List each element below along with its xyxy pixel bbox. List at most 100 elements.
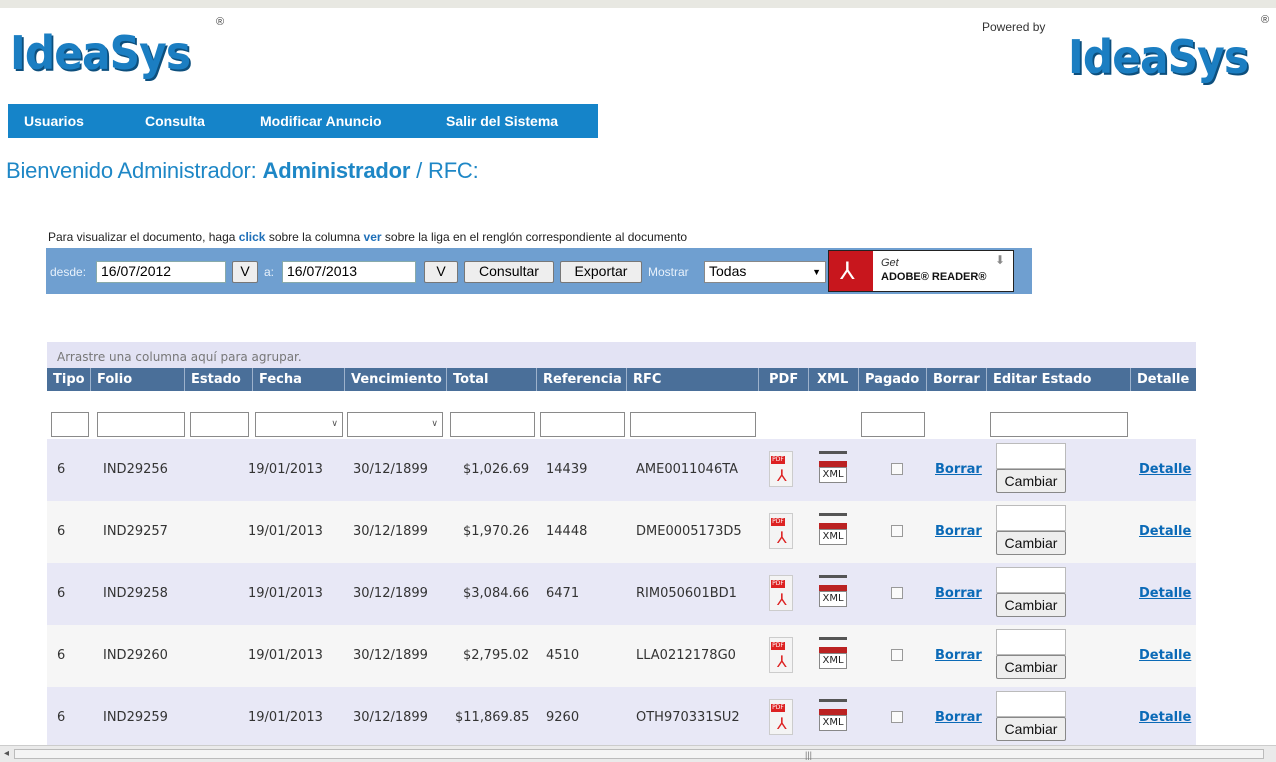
- col-borrar[interactable]: Borrar: [927, 368, 987, 391]
- table-row: 6 IND29258 19/01/2013 30/12/1899 $3,084.…: [47, 563, 1196, 625]
- desde-date-input[interactable]: 16/07/2012: [96, 261, 226, 283]
- pagado-checkbox[interactable]: [891, 649, 903, 661]
- col-fecha[interactable]: Fecha: [253, 368, 345, 391]
- xml-icon[interactable]: XML: [815, 637, 851, 673]
- filter-vencimiento[interactable]: ∨: [347, 412, 443, 437]
- filter-editar-estado[interactable]: [990, 412, 1128, 437]
- col-rfc[interactable]: RFC: [627, 368, 759, 391]
- instr-text-2: sobre la columna: [265, 230, 364, 244]
- col-xml[interactable]: XML: [809, 368, 859, 391]
- nav-usuarios[interactable]: Usuarios: [24, 113, 84, 129]
- download-arrow-icon: ⬇: [994, 253, 1005, 267]
- adobe-reader: ADOBE® READER®: [881, 271, 987, 283]
- filter-estado[interactable]: [190, 412, 249, 437]
- cambiar-button[interactable]: Cambiar: [996, 717, 1066, 741]
- col-estado[interactable]: Estado: [185, 368, 253, 391]
- col-folio[interactable]: Folio: [91, 368, 185, 391]
- detalle-link[interactable]: Detalle: [1139, 648, 1191, 663]
- borrar-link[interactable]: Borrar: [935, 586, 982, 601]
- ideasys-logo-right: IdeaSys: [1068, 30, 1249, 84]
- main-nav: Usuarios Consulta Modificar Anuncio Sali…: [8, 104, 598, 138]
- adobe-get: Get: [881, 257, 899, 269]
- detalle-link[interactable]: Detalle: [1139, 710, 1191, 725]
- xml-icon[interactable]: XML: [815, 699, 851, 735]
- instr-text-3: sobre la liga en el renglón correspondie…: [381, 230, 688, 244]
- chevron-down-icon: ▼: [812, 267, 821, 277]
- detalle-link[interactable]: Detalle: [1139, 524, 1191, 539]
- cell-referencia: 9260: [546, 710, 580, 725]
- cell-tipo: 6: [57, 462, 66, 477]
- table-row: 6 IND29260 19/01/2013 30/12/1899 $2,795.…: [47, 625, 1196, 687]
- scrollbar-thumb[interactable]: |||: [14, 749, 1264, 760]
- grip-icon: |||: [805, 750, 813, 760]
- nav-consulta[interactable]: Consulta: [145, 113, 205, 129]
- col-total[interactable]: Total: [447, 368, 537, 391]
- instructions: Para visualizar el documento, haga click…: [48, 230, 687, 244]
- cambiar-button[interactable]: Cambiar: [996, 531, 1066, 555]
- col-vencimiento[interactable]: Vencimiento: [345, 368, 447, 391]
- registered-mark: ®: [216, 16, 225, 28]
- filter-fecha[interactable]: ∨: [255, 412, 343, 437]
- welcome-prefix: Bienvenido Administrador:: [6, 158, 263, 183]
- top-strip: [0, 0, 1276, 8]
- xml-icon[interactable]: XML: [815, 575, 851, 611]
- pagado-checkbox[interactable]: [891, 587, 903, 599]
- pagado-checkbox[interactable]: [891, 711, 903, 723]
- pdf-icon[interactable]: PDF ⅄: [769, 451, 793, 487]
- col-editar-estado[interactable]: Editar Estado: [987, 368, 1131, 391]
- documents-grid: Arrastre una columna aquí para agrupar. …: [47, 342, 1196, 745]
- borrar-link[interactable]: Borrar: [935, 462, 982, 477]
- detalle-link[interactable]: Detalle: [1139, 586, 1191, 601]
- pdf-icon[interactable]: PDF ⅄: [769, 699, 793, 735]
- cambiar-button[interactable]: Cambiar: [996, 593, 1066, 617]
- pagado-checkbox[interactable]: [891, 463, 903, 475]
- instr-click: click: [238, 230, 266, 244]
- col-detalle[interactable]: Detalle: [1131, 368, 1196, 391]
- borrar-link[interactable]: Borrar: [935, 648, 982, 663]
- detalle-link[interactable]: Detalle: [1139, 462, 1191, 477]
- col-pdf[interactable]: PDF: [759, 368, 809, 391]
- estado-input[interactable]: [996, 567, 1066, 593]
- filter-total[interactable]: [450, 412, 535, 437]
- horizontal-scrollbar[interactable]: ◂ |||: [0, 745, 1276, 762]
- col-pagado[interactable]: Pagado: [859, 368, 927, 391]
- cell-tipo: 6: [57, 648, 66, 663]
- estado-input[interactable]: [996, 443, 1066, 469]
- desde-calendar-button[interactable]: V: [232, 261, 258, 283]
- filter-tipo[interactable]: [51, 412, 89, 437]
- pdf-icon[interactable]: PDF ⅄: [769, 575, 793, 611]
- pagado-checkbox[interactable]: [891, 525, 903, 537]
- mostrar-select[interactable]: Todas ▼: [704, 261, 826, 283]
- pdf-icon[interactable]: PDF ⅄: [769, 513, 793, 549]
- nav-salir[interactable]: Salir del Sistema: [446, 113, 558, 129]
- estado-input[interactable]: [996, 691, 1066, 717]
- pdf-icon[interactable]: PDF ⅄: [769, 637, 793, 673]
- filter-folio[interactable]: [97, 412, 185, 437]
- filter-rfc[interactable]: [630, 412, 756, 437]
- xml-icon[interactable]: XML: [815, 451, 851, 487]
- filter-referencia[interactable]: [540, 412, 625, 437]
- col-tipo[interactable]: Tipo: [47, 368, 91, 391]
- estado-input[interactable]: [996, 505, 1066, 531]
- get-adobe-reader-badge[interactable]: ⅄ Get ADOBE® READER® ⬇: [828, 250, 1014, 292]
- filter-pagado[interactable]: [861, 412, 925, 437]
- borrar-link[interactable]: Borrar: [935, 524, 982, 539]
- scroll-left-arrow-icon[interactable]: ◂: [4, 748, 9, 759]
- a-calendar-button[interactable]: V: [424, 261, 458, 283]
- a-date-input[interactable]: 16/07/2013: [282, 261, 416, 283]
- col-referencia[interactable]: Referencia: [537, 368, 627, 391]
- exportar-button[interactable]: Exportar: [560, 261, 642, 283]
- cell-referencia: 14439: [546, 462, 588, 477]
- ideasys-logo: IdeaSys: [10, 26, 191, 80]
- registered-mark-right: ®: [1261, 14, 1270, 26]
- estado-input[interactable]: [996, 629, 1066, 655]
- cambiar-button[interactable]: Cambiar: [996, 655, 1066, 679]
- xml-icon-label: XML: [819, 715, 847, 731]
- cambiar-button[interactable]: Cambiar: [996, 469, 1066, 493]
- xml-icon[interactable]: XML: [815, 513, 851, 549]
- cell-tipo: 6: [57, 586, 66, 601]
- table-row: 6 IND29256 19/01/2013 30/12/1899 $1,026.…: [47, 439, 1196, 501]
- borrar-link[interactable]: Borrar: [935, 710, 982, 725]
- consultar-button[interactable]: Consultar: [464, 261, 554, 283]
- nav-modificar-anuncio[interactable]: Modificar Anuncio: [260, 113, 382, 129]
